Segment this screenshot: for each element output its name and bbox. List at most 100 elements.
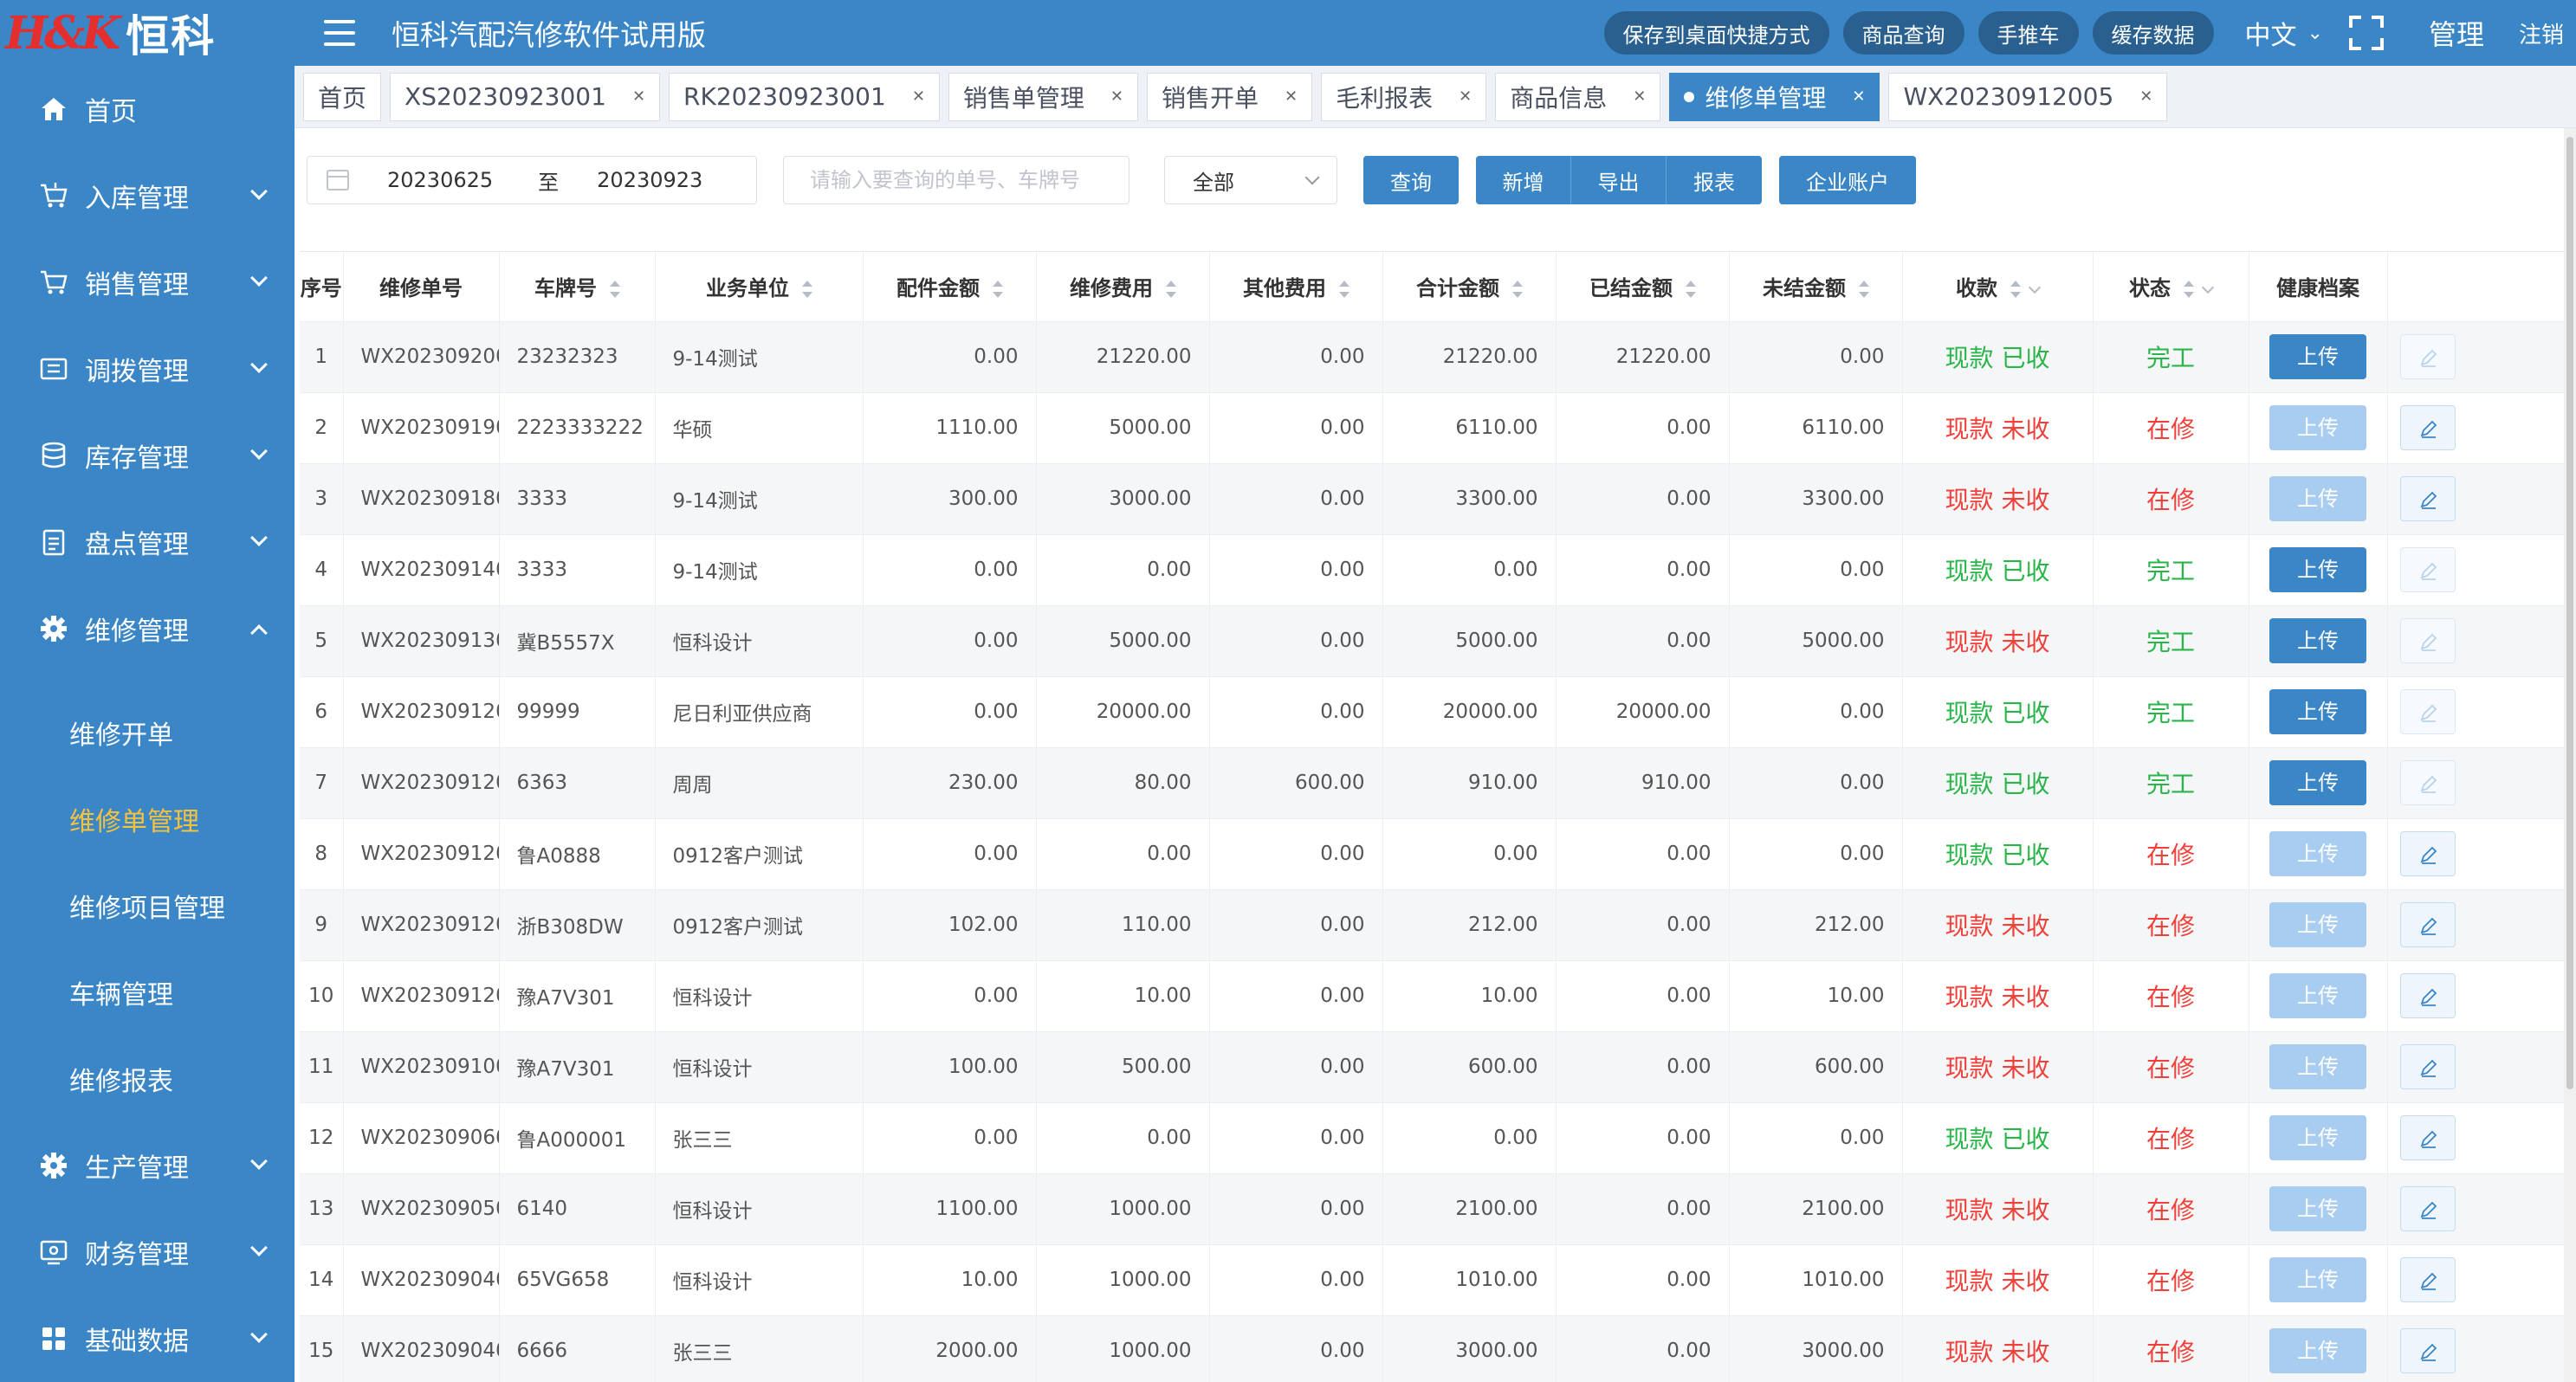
upload-button[interactable]: 上传 <box>2269 902 2366 947</box>
close-icon[interactable]: ✕ <box>632 87 645 106</box>
search-input[interactable] <box>783 156 1129 204</box>
edit-icon[interactable] <box>2399 476 2456 521</box>
date-start[interactable]: 20230625 <box>387 168 493 192</box>
table-row[interactable]: 15WX202309040016666张三三2000.001000.000.00… <box>300 1315 2576 1382</box>
corp-account-button[interactable]: 企业账户 <box>1779 156 1916 204</box>
close-icon[interactable]: ✕ <box>1852 87 1865 106</box>
sort-icon[interactable] <box>1858 281 1869 299</box>
col-header-unit[interactable]: 业务单位 <box>655 252 864 322</box>
manage-link[interactable]: 管理 <box>2429 13 2484 53</box>
upload-button[interactable]: 上传 <box>2269 1257 2366 1302</box>
filter-icon[interactable] <box>2201 281 2215 294</box>
edit-icon[interactable] <box>2399 689 2456 734</box>
table-row[interactable]: 4WX2023091400133339-14测试0.000.000.000.00… <box>300 534 2576 606</box>
upload-button[interactable]: 上传 <box>2269 1328 2366 1373</box>
sidebar-item-sales[interactable]: 销售管理 <box>0 239 294 326</box>
sort-icon[interactable] <box>2183 281 2194 299</box>
sort-icon[interactable] <box>1165 281 1176 299</box>
sidebar-sub-repair-items[interactable]: 维修项目管理 <box>0 862 294 949</box>
export-button[interactable]: 导出 <box>1571 156 1667 204</box>
table-row[interactable]: 5WX20230913001冀B5557X恒科设计0.005000.000.00… <box>300 605 2576 677</box>
edit-icon[interactable] <box>2399 973 2456 1018</box>
table-row[interactable]: 12WX20230906001鲁A000001张三三0.000.000.000.… <box>300 1102 2576 1174</box>
table-row[interactable]: 10WX20230912001豫A7V301恒科设计0.0010.000.001… <box>300 960 2576 1032</box>
scrollbar[interactable] <box>2564 128 2576 1382</box>
upload-button[interactable]: 上传 <box>2269 547 2366 592</box>
edit-icon[interactable] <box>2399 1115 2456 1160</box>
close-icon[interactable]: ✕ <box>1633 87 1646 106</box>
edit-icon[interactable] <box>2399 831 2456 876</box>
sidebar-sub-repair-management[interactable]: 维修单管理 <box>0 776 294 862</box>
table-row[interactable]: 1WX20230920001232323239-14测试0.0021220.00… <box>300 321 2576 393</box>
table-row[interactable]: 6WX2023091200599999尼日利亚供应商0.0020000.000.… <box>300 676 2576 748</box>
close-icon[interactable]: ✕ <box>1459 87 1472 106</box>
table-row[interactable]: 14WX2023090400265VG658恒科设计10.001000.000.… <box>300 1244 2576 1316</box>
sort-icon[interactable] <box>1511 281 1523 299</box>
col-header-status[interactable]: 状态 <box>2093 252 2249 322</box>
sidebar-item-home[interactable]: 首页 <box>0 66 294 152</box>
col-header-parts[interactable]: 配件金额 <box>863 252 1037 322</box>
table-row[interactable]: 13WX202309050016140恒科设计1100.001000.000.0… <box>300 1173 2576 1245</box>
cache-data-button[interactable]: 缓存数据 <box>2092 11 2214 55</box>
tab-xs20230923001[interactable]: XS20230923001 ✕ <box>390 72 661 121</box>
type-select[interactable]: 全部 <box>1164 156 1337 204</box>
cart-button[interactable]: 手推车 <box>1977 11 2079 55</box>
upload-button[interactable]: 上传 <box>2269 1044 2366 1089</box>
tab-gross-profit-report[interactable]: 毛利报表 ✕ <box>1321 72 1487 121</box>
upload-button[interactable]: 上传 <box>2269 831 2366 876</box>
col-header-unsettled[interactable]: 未结金额 <box>1729 252 1903 322</box>
tab-sales-billing[interactable]: 销售开单 ✕ <box>1147 72 1313 121</box>
scrollbar-thumb[interactable] <box>2566 137 2573 1089</box>
save-shortcut-button[interactable]: 保存到桌面快捷方式 <box>1603 11 1829 55</box>
sort-icon[interactable] <box>1685 281 1696 299</box>
fullscreen-icon[interactable] <box>2348 16 2384 50</box>
edit-icon[interactable] <box>2399 618 2456 663</box>
upload-button[interactable]: 上传 <box>2269 405 2366 450</box>
query-button[interactable]: 查询 <box>1363 156 1459 204</box>
logout-link[interactable]: 注销 <box>2519 17 2564 49</box>
edit-icon[interactable] <box>2399 1257 2456 1302</box>
table-row[interactable]: 7WX202309120046363周周230.0080.00600.00910… <box>300 747 2576 819</box>
filter-icon[interactable] <box>2028 281 2042 294</box>
edit-icon[interactable] <box>2399 1186 2456 1231</box>
tab-repair-management[interactable]: 维修单管理 ✕ <box>1669 72 1880 121</box>
sidebar-item-repair[interactable]: 维修管理 <box>0 585 294 672</box>
sort-icon[interactable] <box>992 281 1003 299</box>
sidebar-item-inventory[interactable]: 库存管理 <box>0 412 294 499</box>
table-row[interactable]: 11WX20230910001豫A7V301恒科设计100.00500.000.… <box>300 1031 2576 1103</box>
col-header-payment[interactable]: 收款 <box>1902 252 2094 322</box>
edit-icon[interactable] <box>2399 405 2456 450</box>
date-range-picker[interactable]: 20230625 至 20230923 <box>307 156 757 204</box>
date-end[interactable]: 20230923 <box>597 168 702 192</box>
edit-icon[interactable] <box>2399 1044 2456 1089</box>
edit-icon[interactable] <box>2399 760 2456 805</box>
tab-wx20230912005[interactable]: WX20230912005 ✕ <box>1888 72 2168 121</box>
sidebar-item-transfer[interactable]: 调拨管理 <box>0 326 294 412</box>
tab-rk20230923001[interactable]: RK20230923001 ✕ <box>669 72 940 121</box>
tab-home[interactable]: 首页 <box>303 72 382 121</box>
upload-button[interactable]: 上传 <box>2269 760 2366 805</box>
upload-button[interactable]: 上传 <box>2269 334 2366 379</box>
sort-icon[interactable] <box>2010 281 2021 299</box>
col-header-settled[interactable]: 已结金额 <box>1556 252 1730 322</box>
close-icon[interactable]: ✕ <box>1285 87 1298 106</box>
edit-icon[interactable] <box>2399 902 2456 947</box>
table-row[interactable]: 8WX20230912003鲁A08880912客户测试0.000.000.00… <box>300 818 2576 890</box>
report-button[interactable]: 报表 <box>1667 156 1762 204</box>
edit-icon[interactable] <box>2399 547 2456 592</box>
tab-sales-order-management[interactable]: 销售单管理 ✕ <box>948 72 1139 121</box>
add-button[interactable]: 新增 <box>1476 156 1571 204</box>
sort-icon[interactable] <box>1338 281 1349 299</box>
sidebar-item-finance[interactable]: 财务管理 <box>0 1209 294 1295</box>
product-search-button[interactable]: 商品查询 <box>1842 11 1964 55</box>
sidebar-item-stocktake[interactable]: 盘点管理 <box>0 499 294 585</box>
col-header-plate[interactable]: 车牌号 <box>499 252 656 322</box>
col-header-total[interactable]: 合计金额 <box>1382 252 1557 322</box>
tab-product-info[interactable]: 商品信息 ✕ <box>1495 72 1661 121</box>
sidebar-item-inbound[interactable]: 入库管理 <box>0 152 294 239</box>
close-icon[interactable]: ✕ <box>2139 87 2152 106</box>
sidebar-item-production[interactable]: 生产管理 <box>0 1122 294 1209</box>
table-row[interactable]: 9WX20230912002浙B308DW0912客户测试102.00110.0… <box>300 889 2576 961</box>
edit-icon[interactable] <box>2399 334 2456 379</box>
sidebar-sub-repair-report[interactable]: 维修报表 <box>0 1036 294 1122</box>
